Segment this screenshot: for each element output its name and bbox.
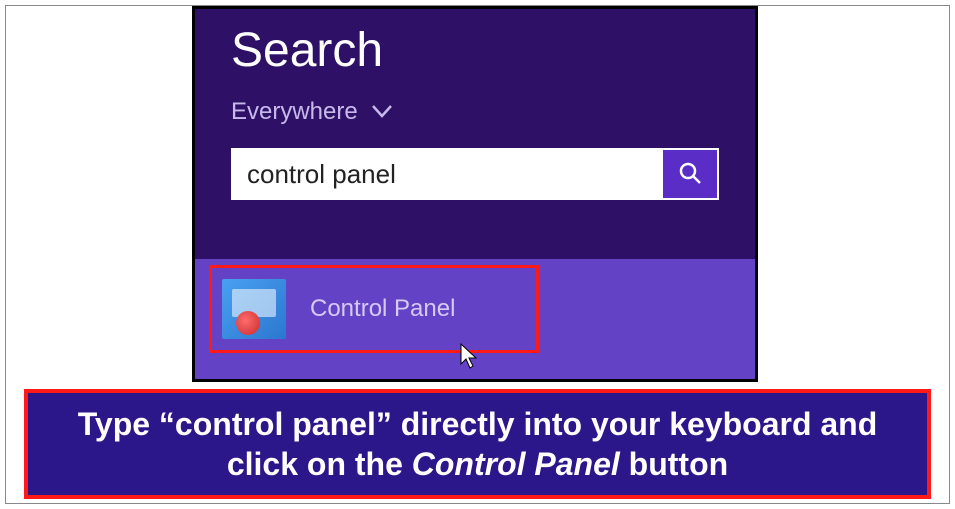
search-panel: Search Everywhere Control Panel	[192, 6, 758, 382]
scope-label: Everywhere	[231, 98, 358, 126]
caption-quoted: control panel	[175, 406, 376, 442]
search-icon	[677, 160, 703, 189]
search-scope-dropdown[interactable]: Everywhere	[195, 88, 755, 126]
caption-text-pre: Type “	[78, 406, 175, 442]
search-button[interactable]	[661, 150, 717, 198]
search-results: Control Panel	[195, 259, 755, 379]
caption-em: Control Panel	[412, 446, 620, 482]
chevron-down-icon	[372, 98, 392, 126]
result-label: Control Panel	[310, 295, 455, 323]
search-box	[231, 148, 719, 200]
search-title: Search	[195, 9, 755, 88]
instruction-caption: Type “control panel” directly into your …	[24, 389, 931, 499]
search-input[interactable]	[233, 150, 661, 198]
control-panel-icon	[222, 279, 286, 339]
caption-text-post: button	[620, 446, 728, 482]
result-control-panel[interactable]: Control Panel	[209, 265, 539, 353]
